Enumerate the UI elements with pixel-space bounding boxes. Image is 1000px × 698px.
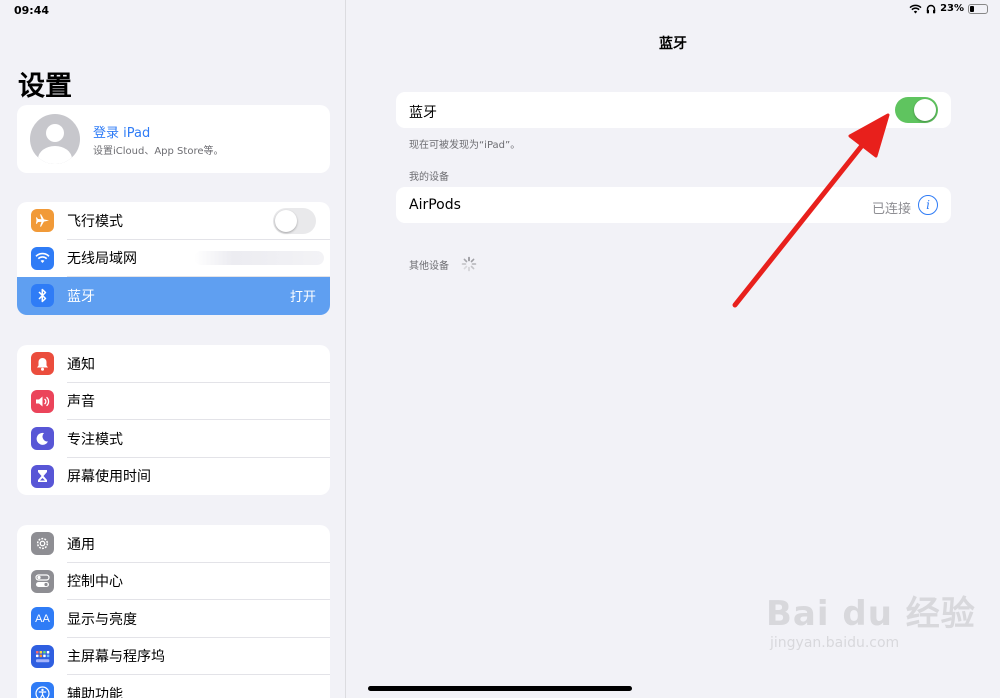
wifi-status-icon <box>909 4 922 13</box>
discoverable-note: 现在可被发现为“iPad”。 <box>409 140 521 151</box>
bluetooth-toggle-row: 蓝牙 <box>396 92 951 128</box>
status-indicators: 23% <box>909 3 988 14</box>
sidebar-item-label: 辅助功能 <box>67 686 123 698</box>
text-size-icon: AA <box>31 607 54 631</box>
sidebar-item-focus[interactable]: 专注模式 <box>17 420 330 458</box>
hourglass-icon <box>31 464 54 488</box>
bluetooth-status-value: 打开 <box>289 290 316 306</box>
sidebar-item-label: 蓝牙 <box>67 288 95 305</box>
sidebar-item-label: 声音 <box>67 394 95 411</box>
watermark-url: jingyan.baidu.com <box>770 635 900 651</box>
grid-icon <box>31 644 54 668</box>
device-name: AirPods <box>409 197 461 213</box>
sidebar-item-display-brightness[interactable]: AA 显示与亮度 <box>17 600 330 638</box>
gear-icon <box>31 532 54 556</box>
sidebar-item-screen-time[interactable]: 屏幕使用时间 <box>17 458 330 496</box>
sidebar-item-airplane-mode[interactable]: 飞行模式 <box>17 202 330 240</box>
sidebar-item-label: 主屏幕与程序坞 <box>67 649 165 666</box>
sidebar-item-home-screen-dock[interactable]: 主屏幕与程序坞 <box>17 638 330 675</box>
sidebar-item-label: 无线局域网 <box>67 251 137 268</box>
connectivity-group: 飞行模式 无线局域网 蓝牙 打开 <box>17 202 330 315</box>
loading-spinner-icon <box>461 256 477 272</box>
general-group: 通用 控制中心 AA 显示与亮度 主屏幕与程序坞 辅助功能 <box>17 525 330 698</box>
sidebar-item-label: 显示与亮度 <box>67 611 137 628</box>
sidebar-item-accessibility[interactable]: 辅助功能 <box>17 675 330 698</box>
home-indicator[interactable] <box>368 686 632 691</box>
watermark-main: Bai du 经验 <box>766 594 976 634</box>
battery-icon <box>968 3 988 14</box>
sidebar-title: 设置 <box>18 71 72 102</box>
page-title: 蓝牙 <box>659 36 687 52</box>
bluetooth-icon <box>31 284 54 308</box>
sidebar-item-sounds[interactable]: 声音 <box>17 383 330 420</box>
sidebar-item-general[interactable]: 通用 <box>17 525 330 563</box>
sidebar-item-label: 飞行模式 <box>67 213 123 230</box>
profile-subtitle: 设置iCloud、App Store等。 <box>93 146 224 157</box>
airplane-icon <box>31 209 54 233</box>
profile-card[interactable]: 登录 iPad 设置iCloud、App Store等。 <box>17 105 330 173</box>
device-status: 已连接 <box>871 202 911 217</box>
sidebar-item-label: 控制中心 <box>67 574 123 591</box>
airplane-mode-toggle[interactable] <box>273 207 316 234</box>
status-bar: 09:44 23% <box>0 0 1000 22</box>
sidebar-item-label: 通知 <box>67 356 95 373</box>
accessibility-icon <box>31 682 54 698</box>
switches-icon <box>31 569 54 593</box>
sidebar: 设置 登录 iPad 设置iCloud、App Store等。 飞行模式 无线局… <box>0 0 346 698</box>
wifi-icon <box>31 246 54 270</box>
device-row-airpods[interactable]: AirPods 已连接 i <box>396 187 951 223</box>
battery-percent: 23% <box>940 3 964 14</box>
moon-icon <box>31 427 54 451</box>
status-time: 09:44 <box>14 4 50 17</box>
other-devices-header: 其他设备 <box>409 261 449 272</box>
sidebar-item-label: 通用 <box>67 536 95 553</box>
sidebar-item-label: 专注模式 <box>67 431 123 448</box>
profile-sign-in[interactable]: 登录 iPad <box>93 122 150 141</box>
baidu-watermark: Bai du 经验 jingyan.baidu.com <box>766 586 976 651</box>
speaker-icon <box>31 389 54 413</box>
sidebar-item-control-center[interactable]: 控制中心 <box>17 563 330 600</box>
bell-icon <box>31 352 54 376</box>
headphones-icon <box>926 4 936 13</box>
bluetooth-toggle-label: 蓝牙 <box>409 105 437 121</box>
sidebar-item-bluetooth[interactable]: 蓝牙 打开 <box>17 277 330 315</box>
sidebar-item-label: 屏幕使用时间 <box>67 469 151 486</box>
info-icon[interactable]: i <box>918 195 938 215</box>
sidebar-item-wifi[interactable]: 无线局域网 <box>17 240 330 277</box>
bluetooth-toggle[interactable] <box>895 97 938 123</box>
notifications-group: 通知 声音 专注模式 屏幕使用时间 <box>17 345 330 495</box>
wifi-network-name-blurred <box>194 251 324 266</box>
sidebar-item-notifications[interactable]: 通知 <box>17 345 330 383</box>
avatar <box>30 114 80 164</box>
my-devices-header: 我的设备 <box>409 172 449 183</box>
